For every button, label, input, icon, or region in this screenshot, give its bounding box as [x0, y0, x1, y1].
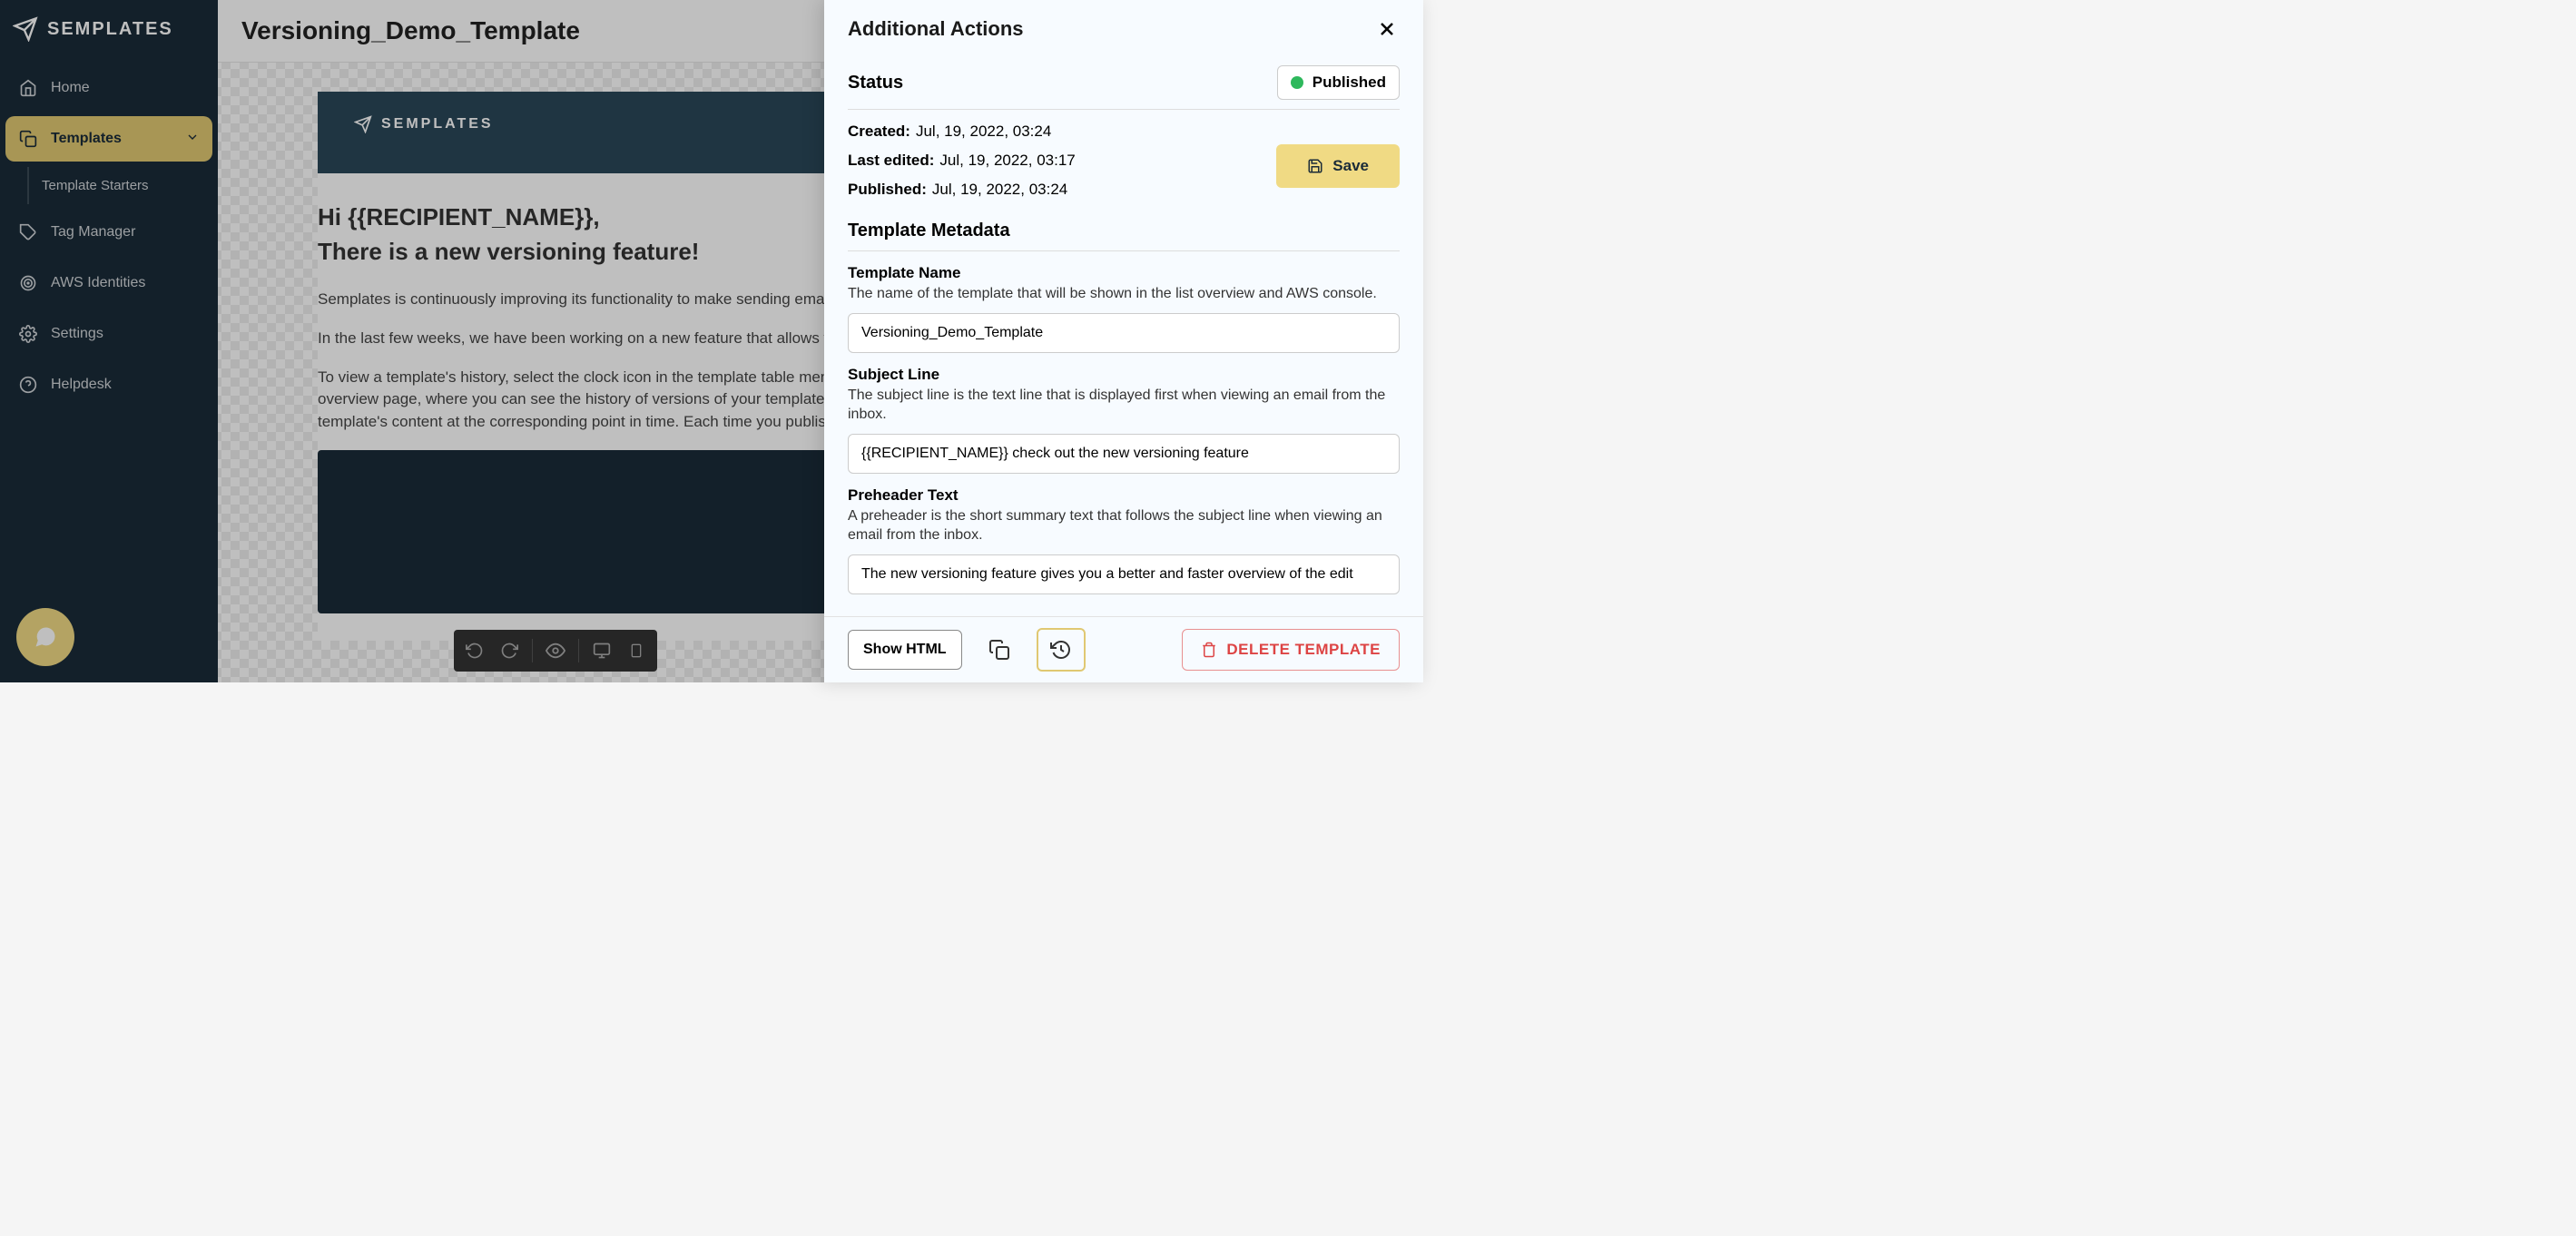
preheader-desc: A preheader is the short summary text th… — [848, 506, 1400, 545]
paper-plane-icon — [354, 115, 372, 133]
close-button[interactable] — [1374, 16, 1400, 42]
template-name-label: Template Name — [848, 264, 1400, 282]
mobile-view-button[interactable] — [621, 633, 652, 668]
template-name-input[interactable] — [848, 313, 1400, 353]
tag-icon — [18, 222, 38, 242]
status-section-title: Status — [848, 73, 903, 93]
undo-button[interactable] — [459, 633, 490, 668]
history-icon — [1050, 639, 1072, 661]
delete-template-button[interactable]: DELETE TEMPLATE — [1182, 629, 1400, 671]
subject-line-desc: The subject line is the text line that i… — [848, 386, 1400, 425]
sidebar-item-aws-identities[interactable]: AWS Identities — [5, 260, 212, 306]
sidebar-item-label: Settings — [51, 326, 103, 342]
version-history-button[interactable] — [1037, 628, 1086, 672]
preheader-label: Preheader Text — [848, 486, 1400, 505]
sidebar-item-label: Tag Manager — [51, 224, 135, 240]
copy-icon — [18, 129, 38, 149]
close-icon — [1376, 18, 1398, 40]
chat-icon — [33, 624, 58, 650]
sidebar: SEMPLATES Home Templates Template Starte… — [0, 0, 218, 682]
paper-plane-icon — [13, 16, 38, 42]
canvas-toolbar — [454, 630, 657, 672]
sidebar-item-tag-manager[interactable]: Tag Manager — [5, 210, 212, 255]
help-icon — [18, 375, 38, 395]
gear-icon — [18, 324, 38, 344]
duplicate-button[interactable] — [975, 628, 1024, 672]
subject-line-input[interactable] — [848, 434, 1400, 474]
sidebar-subitem-label: Template Starters — [42, 178, 149, 193]
brand-text: SEMPLATES — [47, 19, 173, 40]
subject-line-label: Subject Line — [848, 366, 1400, 384]
sidebar-item-label: Helpdesk — [51, 377, 112, 393]
sidebar-item-settings[interactable]: Settings — [5, 311, 212, 357]
save-icon — [1307, 158, 1323, 174]
trash-icon — [1201, 642, 1217, 658]
sidebar-item-templates[interactable]: Templates — [5, 116, 212, 162]
panel-title: Additional Actions — [848, 17, 1024, 41]
sidebar-item-label: AWS Identities — [51, 275, 145, 291]
show-html-button[interactable]: Show HTML — [848, 630, 962, 670]
metadata-section-title: Template Metadata — [848, 221, 1400, 251]
additional-actions-panel: Additional Actions Status Published Crea… — [824, 0, 1423, 682]
sidebar-item-helpdesk[interactable]: Helpdesk — [5, 362, 212, 407]
sidebar-item-label: Templates — [51, 131, 122, 147]
status-badge: Published — [1277, 65, 1400, 100]
save-button[interactable]: Save — [1276, 144, 1400, 188]
preview-button[interactable] — [540, 633, 571, 668]
redo-button[interactable] — [494, 633, 525, 668]
chat-bubble[interactable] — [16, 608, 74, 666]
desktop-view-button[interactable] — [586, 633, 617, 668]
sidebar-item-label: Home — [51, 80, 90, 96]
chevron-down-icon — [185, 130, 200, 149]
home-icon — [18, 78, 38, 98]
copy-icon — [988, 639, 1010, 661]
created-row: Created:Jul, 19, 2022, 03:24 — [848, 123, 1400, 141]
template-brand: SEMPLATES — [381, 116, 494, 132]
status-value: Published — [1313, 74, 1386, 92]
preheader-input[interactable] — [848, 554, 1400, 594]
fingerprint-icon — [18, 273, 38, 293]
status-dot-icon — [1291, 76, 1303, 89]
brand-logo: SEMPLATES — [0, 0, 218, 58]
sidebar-subitem-template-starters[interactable]: Template Starters — [27, 167, 212, 204]
sidebar-item-home[interactable]: Home — [5, 65, 212, 111]
template-name-desc: The name of the template that will be sh… — [848, 284, 1400, 304]
